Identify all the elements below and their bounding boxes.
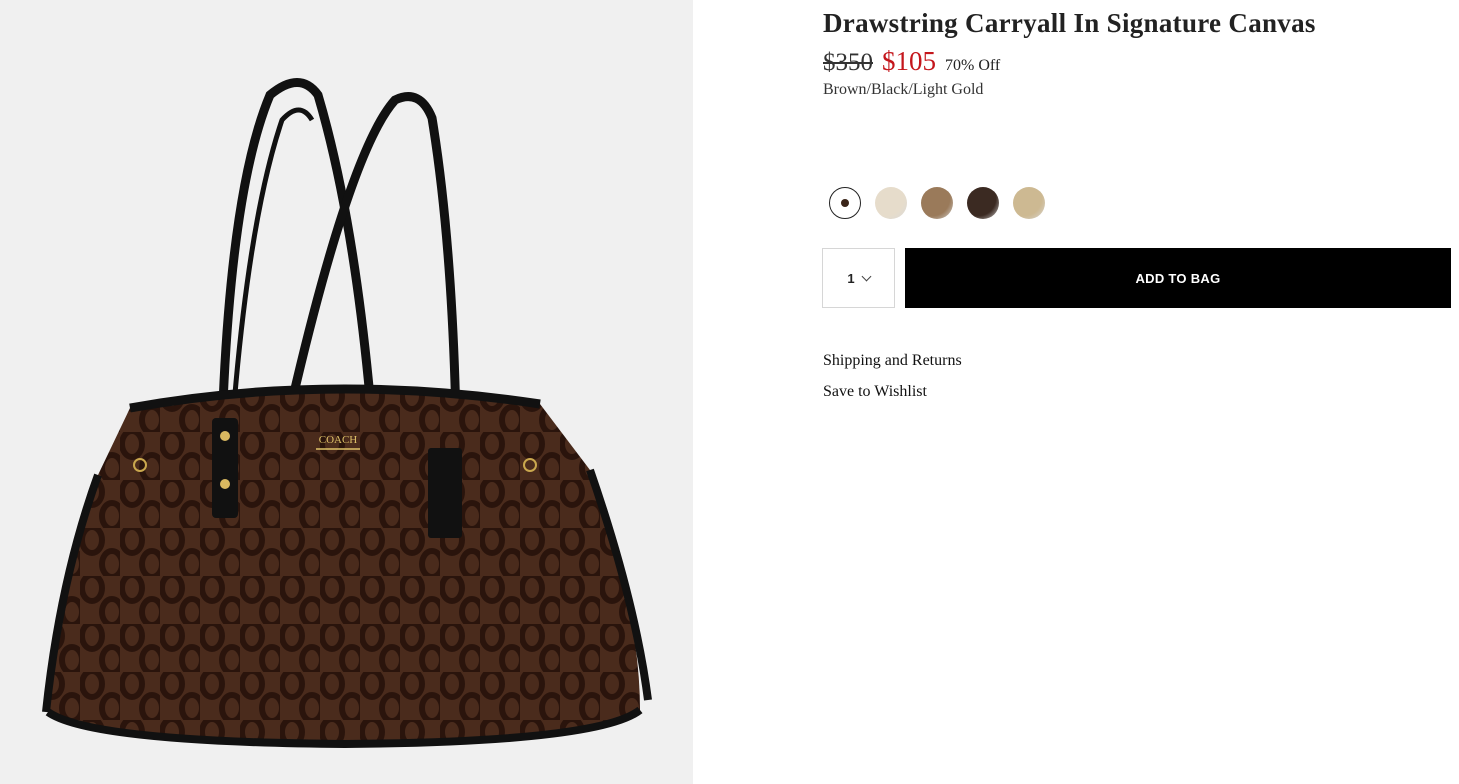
- selected-color-name: Brown/Black/Light Gold: [823, 81, 984, 98]
- product-title: Drawstring Carryall In Signature Canvas: [823, 8, 1316, 38]
- save-to-wishlist-link[interactable]: Save to Wishlist: [823, 383, 927, 401]
- color-swatch-5[interactable]: [1013, 187, 1045, 219]
- color-swatch-1[interactable]: [829, 187, 861, 219]
- chevron-down-icon: [861, 271, 872, 281]
- color-swatches: [829, 187, 1059, 219]
- shipping-returns-link[interactable]: Shipping and Returns: [823, 352, 962, 370]
- quantity-select[interactable]: 1: [822, 248, 895, 308]
- brand-logo: COACH: [319, 434, 358, 446]
- sale-price: $105: [882, 46, 936, 76]
- quantity-value: 1: [847, 270, 855, 286]
- price-row: $350 $105 70% Off: [823, 46, 1000, 77]
- color-swatch-2[interactable]: [875, 187, 907, 219]
- discount-label: 70% Off: [945, 57, 1001, 74]
- product-image: COACH: [42, 78, 652, 749]
- product-image-panel: COACH: [0, 0, 693, 784]
- color-swatch-3[interactable]: [921, 187, 953, 219]
- original-price: $350: [823, 49, 873, 76]
- color-swatch-4[interactable]: [967, 187, 999, 219]
- add-to-bag-button[interactable]: ADD TO BAG: [905, 248, 1451, 308]
